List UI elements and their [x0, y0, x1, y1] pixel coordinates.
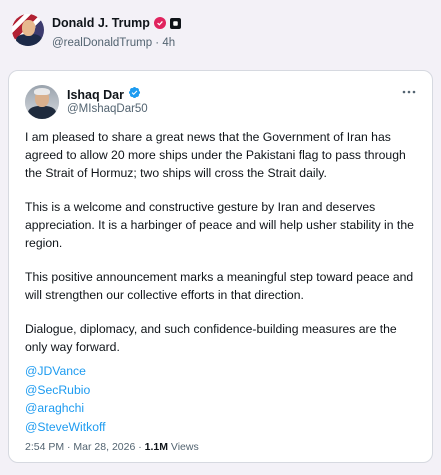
post-timestamp[interactable]: 2:54 PM · Mar 28, 2026 · — [25, 441, 145, 453]
paragraph: This is a welcome and constructive gestu… — [25, 200, 414, 250]
views-count: 1.1M — [144, 441, 168, 453]
mentions-list: @JDVance @SecRubio @araghchi @SteveWitko… — [25, 362, 106, 436]
paragraph: Dialogue, diplomacy, and such confidence… — [25, 322, 397, 354]
paragraph: This positive announcement marks a meani… — [25, 270, 414, 302]
quoted-post-card[interactable]: Ishaq Dar @MIshaqDar50 I am pleased to s… — [8, 70, 433, 463]
post-time[interactable]: 4h — [162, 37, 175, 49]
verified-check-icon — [128, 86, 141, 104]
author-name-row: Donald J. Trump — [52, 16, 181, 30]
quoted-author-handle[interactable]: @MIshaqDar50 — [67, 103, 148, 115]
affiliation-badge-icon — [169, 17, 181, 29]
paragraph: I am pleased to share a great news that … — [25, 130, 406, 180]
quoted-post-text: I am pleased to share a great news that … — [25, 128, 420, 372]
views-label: Views — [167, 441, 199, 453]
post-metadata: 2:54 PM · Mar 28, 2026 · 1.1M Views — [25, 441, 199, 453]
author-handle[interactable]: @realDonaldTrump — [52, 37, 152, 49]
author-avatar[interactable] — [12, 14, 44, 46]
author-display-name[interactable]: Donald J. Trump — [52, 16, 150, 30]
mention-link[interactable]: @SteveWitkoff — [25, 418, 106, 437]
mention-link[interactable]: @JDVance — [25, 362, 106, 381]
author-handle-row: @realDonaldTrump · 4h — [52, 37, 175, 49]
mention-link[interactable]: @SecRubio — [25, 381, 106, 400]
mention-link[interactable]: @araghchi — [25, 399, 106, 418]
quoted-author-name-row: Ishaq Dar — [67, 86, 141, 104]
post-header: Donald J. Trump @realDonaldTrump · 4h — [12, 14, 432, 54]
quoted-author-avatar[interactable] — [25, 85, 59, 119]
quoted-author-name[interactable]: Ishaq Dar — [67, 88, 124, 102]
separator-dot: · — [155, 37, 160, 49]
verified-badge-icon — [153, 17, 166, 29]
more-options-button[interactable] — [400, 85, 418, 99]
